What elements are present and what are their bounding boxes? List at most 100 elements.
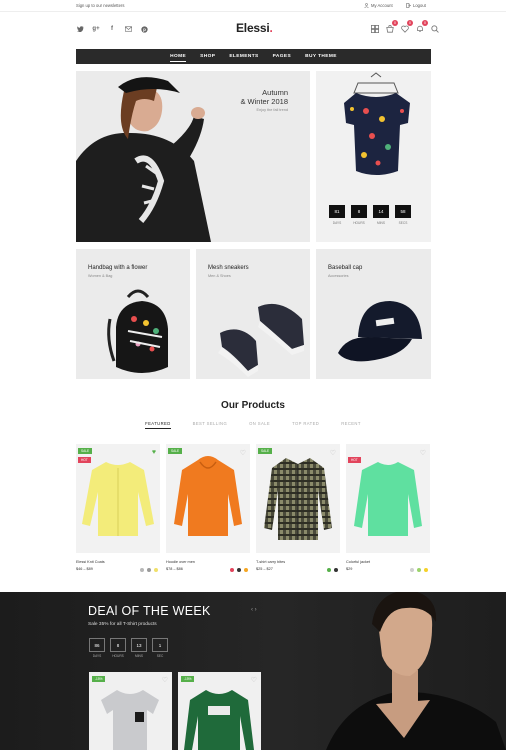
countdown-product-card[interactable]: 81 DAYS 8 HOURS 14 MINS 58 SECS	[316, 71, 431, 242]
plaid-shirt-image	[264, 458, 332, 540]
logo-dot: .	[269, 21, 273, 35]
countdown-secs-label: SECS	[398, 221, 408, 225]
my-account-link[interactable]: My Account	[364, 3, 393, 8]
my-account-label: My Account	[371, 3, 393, 8]
deal-subtitle: Sale 35% for all T-Shirt products	[88, 622, 157, 627]
color-swatch[interactable]	[417, 568, 421, 572]
product-name[interactable]: T-shirt carry bites	[256, 560, 340, 564]
header-icons: 0 0 0	[370, 20, 439, 33]
deal-countdown-mins: 13 MINS	[131, 638, 147, 658]
svg-text:p: p	[143, 27, 146, 32]
deal-days-label: DAYS	[92, 654, 102, 658]
product-card[interactable]: SALE ♡ Hoodie over men $78 – $86	[166, 444, 250, 572]
countdown-days: 81 DAYS	[329, 205, 345, 225]
product-name[interactable]: Elessi Knit Coats	[76, 560, 160, 564]
tab-featured[interactable]: FEATURED	[145, 421, 171, 429]
color-swatch[interactable]	[424, 568, 428, 572]
top-bar: Sign up to our newsletters My Account Lo…	[0, 0, 506, 12]
logout-link[interactable]: Logout	[406, 3, 426, 8]
hero-banner[interactable]: Autumn & Winter 2018 Enjoy the fall tren…	[76, 71, 310, 242]
color-swatch[interactable]	[334, 568, 338, 572]
nav-pages[interactable]: PAGES	[273, 52, 291, 61]
color-swatch[interactable]	[237, 568, 241, 572]
notification-icon[interactable]: 0	[415, 20, 428, 33]
product-card[interactable]: SALE HOT ♥ Elessi Knit Coats $46 – $89	[76, 444, 160, 572]
nav-home[interactable]: HOME	[170, 52, 187, 62]
notify-count-badge: 0	[422, 20, 428, 26]
product-name[interactable]: Colorful jacket	[346, 560, 430, 564]
category-card-cap[interactable]: Baseball cap Accessories	[316, 249, 431, 379]
deal-countdown-days: 86 DAYS	[89, 638, 105, 658]
logo-text: Elessi	[236, 21, 270, 35]
product-card[interactable]: SALE ♡ T-shirt carry bites $25 – $27	[256, 444, 340, 572]
green-sweater-image	[184, 690, 254, 750]
product-image[interactable]: SALE ♡	[256, 444, 340, 553]
main-nav: HOME SHOP ELEMENTS PAGES BUY THEME	[76, 49, 431, 64]
countdown-days-label: DAYS	[332, 221, 342, 225]
sweater-image	[354, 462, 422, 536]
nav-elements[interactable]: ELEMENTS	[229, 52, 258, 61]
newsletter-link[interactable]: Sign up to our newsletters	[76, 3, 124, 8]
countdown-secs-value: 58	[395, 205, 411, 218]
nav-buy-theme[interactable]: BUY THEME	[305, 52, 337, 61]
countdown-hours: 8 HOURS	[351, 205, 367, 225]
products-heading: Our Products	[221, 400, 285, 411]
countdown-mins: 14 MINS	[373, 205, 389, 225]
facebook-icon[interactable]: f	[108, 25, 116, 33]
tab-recent[interactable]: RECENT	[341, 421, 361, 429]
color-swatch[interactable]	[147, 568, 151, 572]
deal-nav-arrows[interactable]: ‹ ›	[251, 607, 257, 613]
color-swatch[interactable]	[230, 568, 234, 572]
nav-shop[interactable]: SHOP	[200, 52, 215, 61]
product-card[interactable]: HOT ♡ Colorful jacket $29	[346, 444, 430, 572]
deal-sec-value: 1	[152, 638, 168, 652]
product-image[interactable]: SALE HOT ♥	[76, 444, 160, 553]
product-image[interactable]: SALE ♡	[166, 444, 250, 553]
male-model-image	[326, 592, 506, 750]
deal-countdown-sec: 1 SEC	[152, 638, 168, 658]
tab-top-rated[interactable]: TOP RATED	[292, 421, 319, 429]
color-swatches	[140, 568, 158, 572]
product-image[interactable]: HOT ♡	[346, 444, 430, 553]
deal-countdown-hours: 8 HOURS	[110, 638, 126, 658]
tab-on-sale[interactable]: ON SALE	[249, 421, 270, 429]
deal-of-week-section: DEAl OF THE WEEK Sale 35% for all T-Shir…	[0, 592, 506, 750]
wishlist-icon[interactable]: 0	[400, 20, 413, 33]
countdown-days-value: 81	[329, 205, 345, 218]
logout-label: Logout	[413, 3, 426, 8]
category-card-sneakers[interactable]: Mesh sneakers Men & Shoes	[196, 249, 310, 379]
wishlist-count-badge: 0	[407, 20, 413, 26]
product-name[interactable]: Hoodie over men	[166, 560, 250, 564]
twitter-icon[interactable]	[76, 25, 84, 33]
color-swatch[interactable]	[244, 568, 248, 572]
site-logo[interactable]: Elessi.	[236, 21, 273, 35]
deal-product-card[interactable]: -15% ♡	[178, 672, 261, 750]
cart-count-badge: 0	[392, 20, 398, 26]
color-swatches	[327, 568, 338, 572]
hero-title-line2: & Winter 2018	[240, 97, 288, 106]
color-swatch[interactable]	[140, 568, 144, 572]
deal-title: DEAl OF THE WEEK	[88, 604, 211, 618]
pinterest-icon[interactable]: p	[140, 25, 148, 33]
mail-icon[interactable]	[124, 25, 132, 33]
hoodie-image	[174, 456, 242, 536]
handbag-image	[107, 289, 168, 373]
deal-days-value: 86	[89, 638, 105, 652]
deal-mins-value: 13	[131, 638, 147, 652]
category-card-handbag[interactable]: Handbag with a flower Women & Bag	[76, 249, 190, 379]
countdown-secs: 58 SECS	[395, 205, 411, 225]
deal-countdown: 86 DAYS 8 HOURS 13 MINS 1 SEC	[89, 638, 168, 658]
color-swatch[interactable]	[154, 568, 158, 572]
compare-icon[interactable]	[370, 24, 379, 33]
color-swatch[interactable]	[327, 568, 331, 572]
color-swatch[interactable]	[410, 568, 414, 572]
hero-title-line1: Autumn	[262, 88, 288, 97]
search-icon[interactable]	[430, 24, 439, 33]
cart-icon[interactable]: 0	[385, 20, 398, 33]
deal-hours-label: HOURS	[112, 654, 124, 658]
tab-best-selling[interactable]: BEST SELLING	[193, 421, 228, 429]
blouse-image	[344, 72, 410, 175]
google-plus-icon[interactable]: g+	[92, 25, 100, 33]
deal-product-card[interactable]: -15% ♡	[89, 672, 172, 750]
countdown-hours-value: 8	[351, 205, 367, 218]
